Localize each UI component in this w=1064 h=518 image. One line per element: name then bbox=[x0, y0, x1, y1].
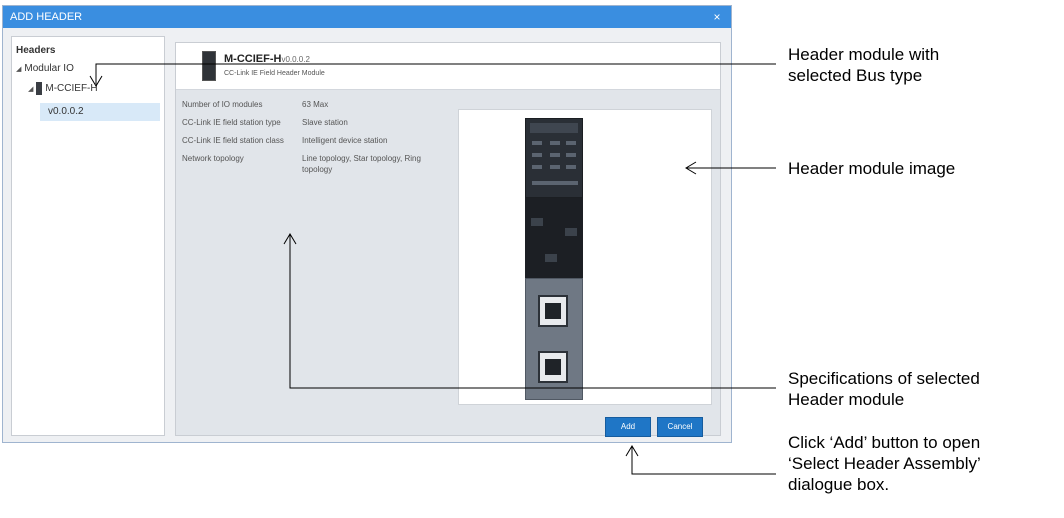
annotation-specs: Specifications of selected Header module bbox=[788, 369, 980, 409]
callout-line-specs bbox=[289, 234, 776, 389]
annotation-header-module: Header module with selected Bus type bbox=[788, 45, 940, 85]
annotation-add-button: Click ‘Add’ button to open ‘Select Heade… bbox=[788, 433, 981, 494]
callout-line-add bbox=[631, 446, 776, 475]
callout-line-header bbox=[95, 63, 776, 84]
annotation-image: Header module image bbox=[788, 159, 956, 178]
